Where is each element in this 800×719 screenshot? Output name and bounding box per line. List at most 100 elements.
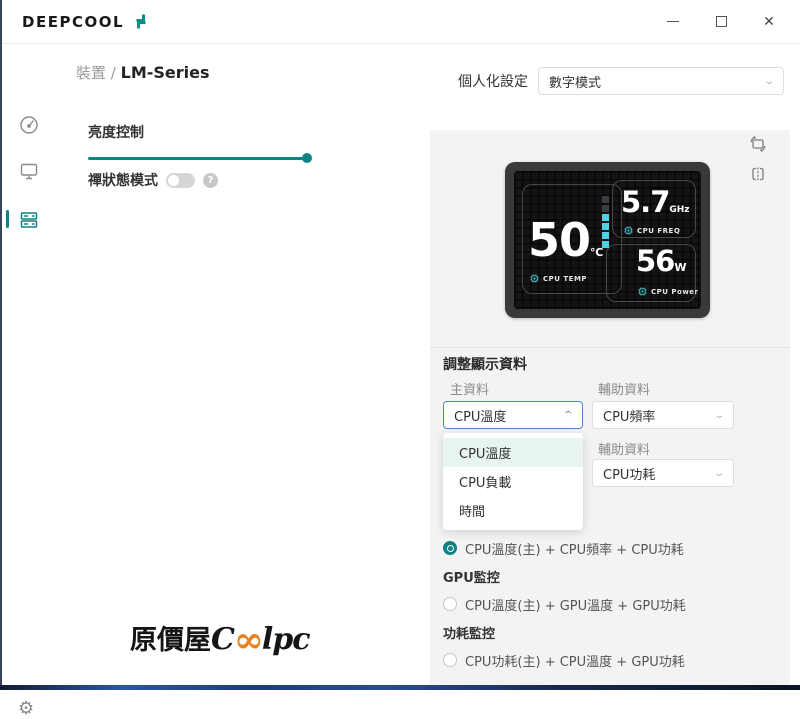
aux-data-value-2: CPU功耗 <box>603 467 656 483</box>
preset-radio-option[interactable]: CPU溫度(主) + CPU頻率 + CPU功耗 <box>443 534 773 562</box>
preset-group-header: GPU監控 <box>443 570 500 586</box>
deepcool-logo: DeepCool <box>22 13 149 31</box>
cpu-freq-value: 5.7GHz <box>621 185 690 219</box>
brightness-label: 亮度控制 <box>88 125 144 141</box>
cpu-freq-label-row: CPU FREQ <box>624 226 680 235</box>
radio-checked-icon[interactable] <box>443 541 457 555</box>
device-icon <box>19 210 39 230</box>
active-nav-indicator <box>6 210 9 228</box>
chevron-up-icon: ⌃ <box>561 409 574 421</box>
monitor-icon <box>19 161 39 181</box>
radio-unchecked-icon[interactable] <box>443 597 457 611</box>
flip-screen-button[interactable] <box>748 164 768 184</box>
load-meter <box>602 196 609 248</box>
preset-list: CPU溫度(主) + CPU頻率 + CPU功耗 GPU監控 CPU溫度(主) + … <box>443 534 773 674</box>
personalization-select[interactable]: 數字模式 ⌄ <box>538 67 784 95</box>
maximize-icon <box>715 16 727 27</box>
watermark-lpc: lpc <box>261 622 311 657</box>
primary-data-dropdown-menu: CPU溫度 CPU負載 時間 <box>443 433 583 530</box>
aux-data-label-2: 輔助資料 <box>598 443 651 458</box>
dropdown-option[interactable]: CPU負載 <box>443 467 583 496</box>
chevron-down-icon: ⌄ <box>762 75 775 87</box>
sidebar-item-display[interactable] <box>16 158 42 184</box>
aux-data-select-2[interactable]: CPU功耗 ⌄ <box>592 459 734 487</box>
preset-radio-option[interactable]: CPU功耗(主) + CPU溫度 + GPU功耗 <box>443 646 773 674</box>
chevron-down-icon: ⌄ <box>712 467 725 479</box>
panel-divider <box>430 347 790 348</box>
cpu-power-label-row: CPU Power <box>638 287 699 296</box>
watermark-cjk: 原價屋 <box>130 625 211 656</box>
close-button[interactable]: ✕ <box>752 7 786 37</box>
aux-data-value-1: CPU頻率 <box>603 409 656 425</box>
toggle-knob <box>168 174 179 186</box>
cpu-freq-unit: GHz <box>669 205 690 215</box>
cpu-chip-icon <box>638 287 647 296</box>
breadcrumb-section[interactable]: 裝置 <box>76 64 106 82</box>
window-controls: ✕ <box>656 7 786 37</box>
cpu-chip-icon <box>624 226 633 235</box>
rotate-icon <box>748 134 768 154</box>
gauge-icon <box>19 115 39 135</box>
logo-text: DeepCool <box>22 12 125 31</box>
preset-label: CPU功耗(主) + CPU溫度 + GPU功耗 <box>465 654 685 670</box>
slider-handle[interactable] <box>302 153 312 163</box>
minimize-button[interactable] <box>656 7 690 37</box>
minimize-icon <box>667 20 679 23</box>
primary-data-label: 主資料 <box>450 383 490 398</box>
rotate-screen-button[interactable] <box>748 134 768 154</box>
meter-segment-inactive <box>602 196 609 203</box>
preset-label: CPU溫度(主) + CPU頻率 + CPU功耗 <box>465 542 684 558</box>
meter-segment-active <box>602 214 609 221</box>
help-icon[interactable]: ? <box>203 172 218 188</box>
lcd-monitor-preview: 50℃ CPU TEMP 5.7GHz CPU FREQ 56W CPU Pow… <box>505 162 710 318</box>
breadcrumb-separator: / <box>110 64 121 82</box>
window-left-edge <box>0 0 2 690</box>
personalization-label: 個人化設定 <box>458 74 528 90</box>
slider-track <box>88 157 310 160</box>
close-icon: ✕ <box>763 13 775 30</box>
preset-group-header: 功耗監控 <box>443 626 496 642</box>
cpu-temp-value: 50℃ <box>528 213 604 267</box>
maximize-button[interactable] <box>704 7 738 37</box>
adjust-section-title: 調整顯示資料 <box>443 357 527 373</box>
watermark: 原價屋C∞lpc <box>130 618 311 661</box>
preset-label: CPU溫度(主) + GPU溫度 + GPU功耗 <box>465 598 686 614</box>
titlebar: DeepCool ✕ <box>0 0 800 44</box>
preview-panel: 50℃ CPU TEMP 5.7GHz CPU FREQ 56W CPU Pow… <box>430 130 790 685</box>
sidebar: ⚙ <box>2 44 54 718</box>
watermark-infinity: ∞ <box>233 619 264 661</box>
aux-data-label-1: 輔助資料 <box>598 383 651 398</box>
preset-radio-option[interactable]: CPU溫度(主) + GPU溫度 + GPU功耗 <box>443 590 773 618</box>
personalization-row: 個人化設定 數字模式 ⌄ <box>458 67 784 95</box>
deepcool-logo-icon <box>132 13 149 30</box>
breadcrumb-page: LM-Series <box>120 63 210 82</box>
flip-icon <box>748 164 768 184</box>
radio-unchecked-icon[interactable] <box>443 653 457 667</box>
lcd-screen: 50℃ CPU TEMP 5.7GHz CPU FREQ 56W CPU Pow… <box>514 171 701 309</box>
brightness-slider[interactable] <box>88 153 312 163</box>
sidebar-item-devices[interactable] <box>16 207 42 233</box>
breadcrumb: 裝置 / LM-Series <box>76 62 210 83</box>
zen-mode-toggle[interactable] <box>166 172 195 188</box>
settings-button[interactable]: ⚙ <box>18 700 34 718</box>
watermark-c: C <box>211 622 235 657</box>
dropdown-option[interactable]: CPU溫度 <box>443 438 583 467</box>
aux-data-select-1[interactable]: CPU頻率 ⌄ <box>592 401 734 429</box>
cpu-temp-label-row: CPU TEMP <box>530 274 587 283</box>
personalization-value: 數字模式 <box>549 75 602 91</box>
chevron-down-icon: ⌄ <box>712 409 725 421</box>
dropdown-option[interactable]: 時間 <box>443 496 583 525</box>
zen-mode-row: 禪狀態模式 ? <box>88 170 218 190</box>
desktop-wallpaper-edge <box>0 685 800 690</box>
cpu-power-unit: W <box>674 261 687 274</box>
cpu-chip-icon <box>530 274 539 283</box>
meter-segment-inactive <box>602 205 609 212</box>
meter-segment-active <box>602 232 609 239</box>
meter-segment-active <box>602 241 609 248</box>
primary-data-select[interactable]: CPU溫度 ⌃ <box>443 401 583 429</box>
meter-segment-active <box>602 223 609 230</box>
gear-icon: ⚙ <box>18 698 35 719</box>
primary-data-value: CPU溫度 <box>454 409 507 425</box>
cpu-power-value: 56W <box>636 244 687 278</box>
sidebar-item-dashboard[interactable] <box>16 112 42 138</box>
